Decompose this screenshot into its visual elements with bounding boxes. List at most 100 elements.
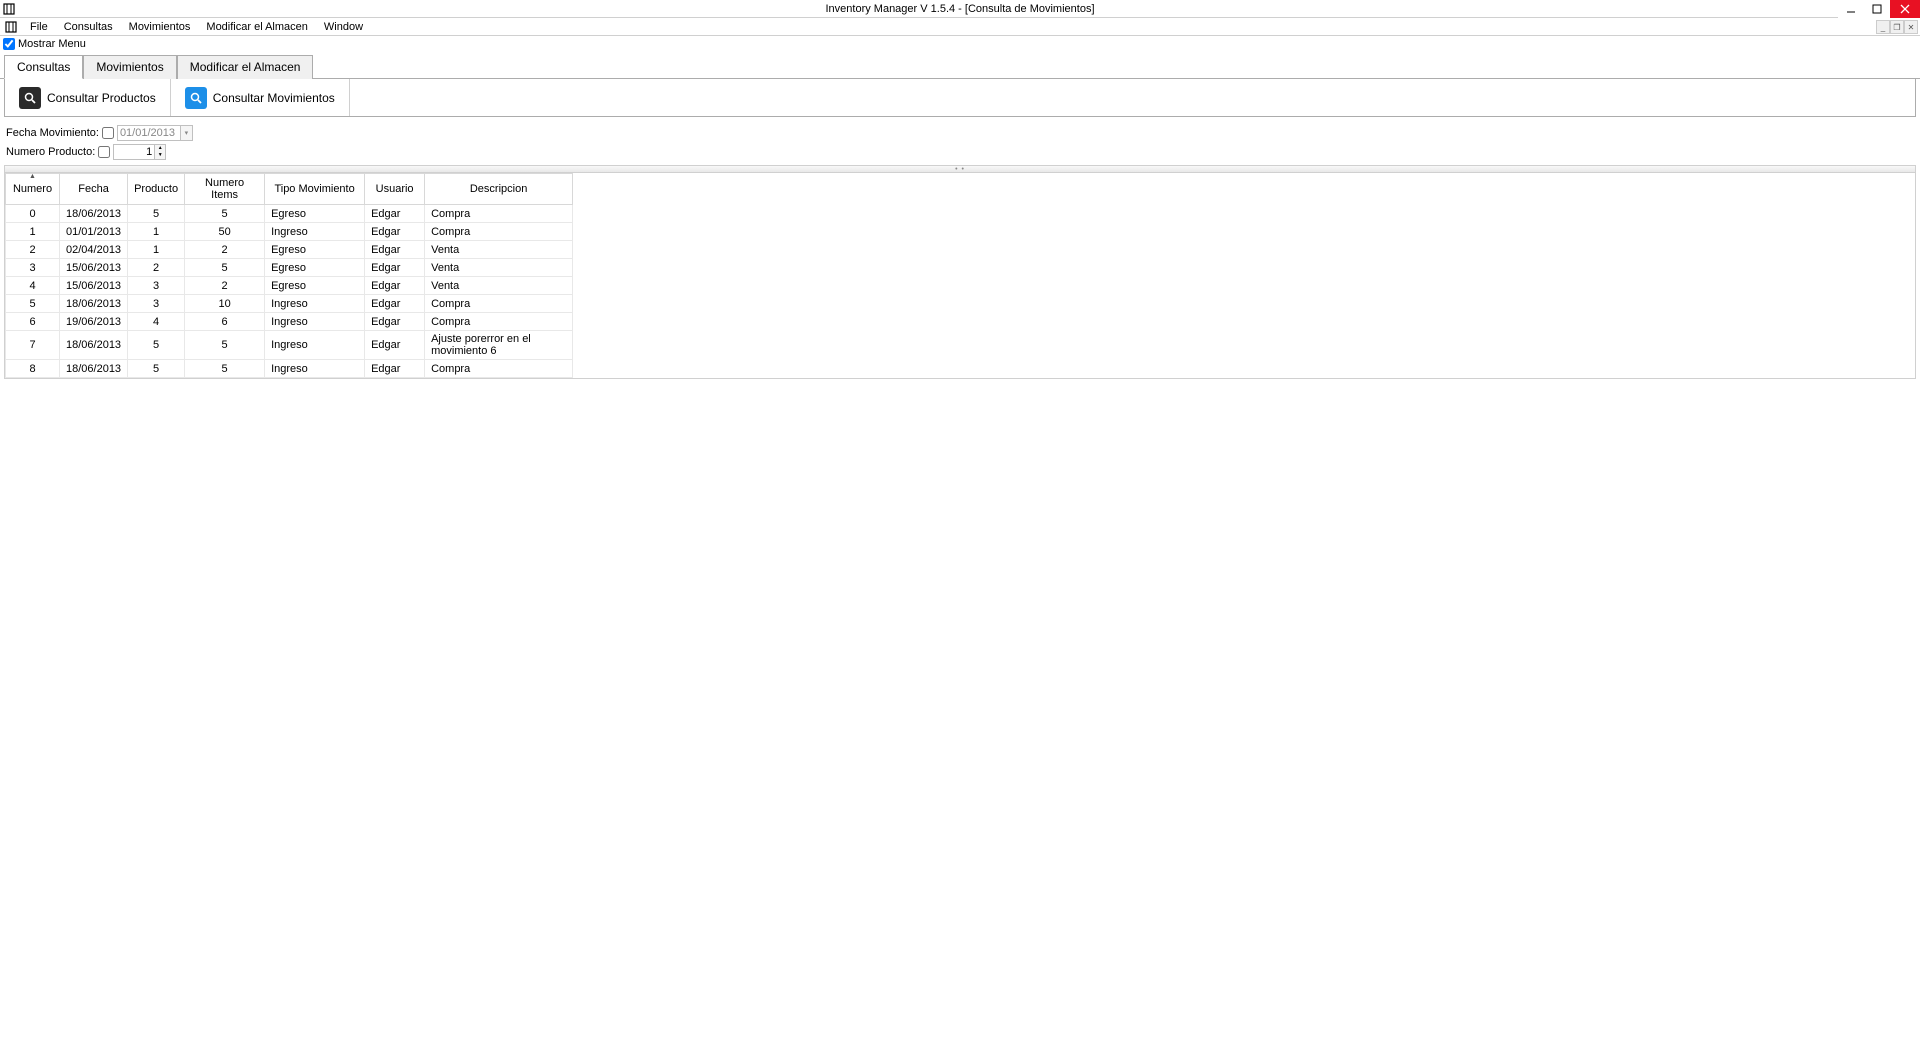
mdi-app-icon[interactable] [4, 20, 18, 34]
table-cell: 3 [128, 277, 185, 295]
spinner-down-button[interactable]: ▼ [155, 152, 165, 159]
table-cell: 1 [6, 223, 60, 241]
col-numero-items[interactable]: Numero Items [185, 174, 265, 205]
tabstrip: Consultas Movimientos Modificar el Almac… [0, 54, 1920, 79]
splitter-handle[interactable]: • • [4, 165, 1916, 173]
menu-file[interactable]: File [22, 18, 56, 35]
col-usuario[interactable]: Usuario [365, 174, 425, 205]
spinner-up-button[interactable]: ▲ [155, 145, 165, 152]
table-row[interactable]: 619/06/201346IngresoEdgarCompra [6, 313, 573, 331]
close-button[interactable] [1890, 0, 1920, 18]
table-cell: 2 [185, 277, 265, 295]
table-cell: 01/01/2013 [60, 223, 128, 241]
table-cell: Venta [425, 277, 573, 295]
col-fecha[interactable]: Fecha [60, 174, 128, 205]
mdi-minimize-button[interactable]: _ [1876, 20, 1890, 34]
table-cell: Edgar [365, 360, 425, 378]
tab-modificar-almacen[interactable]: Modificar el Almacen [177, 55, 314, 79]
table-row[interactable]: 718/06/201355IngresoEdgarAjuste porerror… [6, 331, 573, 360]
filter-fecha-row: Fecha Movimiento: ▾ [6, 125, 1914, 141]
table-cell: Compra [425, 313, 573, 331]
table-cell: Ingreso [265, 295, 365, 313]
menu-consultas[interactable]: Consultas [56, 18, 121, 35]
table-cell: Egreso [265, 259, 365, 277]
table-cell: Edgar [365, 259, 425, 277]
filter-numero-input[interactable] [113, 144, 155, 160]
table-cell: Ingreso [265, 360, 365, 378]
filter-numero-checkbox[interactable] [98, 146, 110, 158]
table-cell: 1 [128, 223, 185, 241]
table-cell: 15/06/2013 [60, 259, 128, 277]
menu-modificar-almacen[interactable]: Modificar el Almacen [198, 18, 316, 35]
col-numero[interactable]: ▲Numero [6, 174, 60, 205]
menubar: File Consultas Movimientos Modificar el … [0, 18, 1920, 36]
table-cell: 2 [185, 241, 265, 259]
tab-movimientos[interactable]: Movimientos [83, 55, 176, 79]
table-cell: Edgar [365, 331, 425, 360]
table-cell: 5 [185, 205, 265, 223]
table-cell: 15/06/2013 [60, 277, 128, 295]
table-cell: Edgar [365, 295, 425, 313]
table-cell: 2 [6, 241, 60, 259]
filter-panel: Fecha Movimiento: ▾ Numero Producto: ▲ ▼ [0, 117, 1920, 165]
table-cell: 18/06/2013 [60, 295, 128, 313]
table-cell: Venta [425, 259, 573, 277]
col-descripcion[interactable]: Descripcion [425, 174, 573, 205]
show-menu-row: Mostrar Menu [0, 36, 1920, 52]
mdi-close-button[interactable]: ✕ [1904, 20, 1918, 34]
filter-numero-row: Numero Producto: ▲ ▼ [6, 144, 1914, 160]
table-cell: 02/04/2013 [60, 241, 128, 259]
mdi-controls: _ ❐ ✕ [1876, 18, 1918, 34]
table-cell: Edgar [365, 313, 425, 331]
table-cell: 2 [128, 259, 185, 277]
table-cell: 4 [6, 277, 60, 295]
chevron-down-icon[interactable]: ▾ [181, 125, 193, 141]
table-row[interactable]: 518/06/2013310IngresoEdgarCompra [6, 295, 573, 313]
table-cell: Egreso [265, 277, 365, 295]
titlebar: Inventory Manager V 1.5.4 - [Consulta de… [0, 0, 1920, 18]
table-cell: Edgar [365, 241, 425, 259]
table-row[interactable]: 018/06/201355EgresoEdgarCompra [6, 205, 573, 223]
numero-spinner: ▲ ▼ [155, 144, 166, 160]
table-row[interactable]: 415/06/201332EgresoEdgarVenta [6, 277, 573, 295]
menu-window[interactable]: Window [316, 18, 371, 35]
show-menu-checkbox[interactable] [3, 38, 15, 50]
col-producto[interactable]: Producto [128, 174, 185, 205]
table-cell: 10 [185, 295, 265, 313]
show-menu-label: Mostrar Menu [18, 38, 86, 50]
table-row[interactable]: 101/01/2013150IngresoEdgarCompra [6, 223, 573, 241]
filter-fecha-checkbox[interactable] [102, 127, 114, 139]
table-cell: 50 [185, 223, 265, 241]
table-row[interactable]: 818/06/201355IngresoEdgarCompra [6, 360, 573, 378]
table-row[interactable]: 202/04/201312EgresoEdgarVenta [6, 241, 573, 259]
window-controls [1838, 0, 1920, 18]
table-cell: 18/06/2013 [60, 205, 128, 223]
table-cell: Compra [425, 205, 573, 223]
col-tipo-movimiento[interactable]: Tipo Movimiento [265, 174, 365, 205]
consultar-productos-button[interactable]: Consultar Productos [5, 79, 171, 116]
table-row[interactable]: 315/06/201325EgresoEdgarVenta [6, 259, 573, 277]
window-title: Inventory Manager V 1.5.4 - [Consulta de… [825, 3, 1094, 15]
table-cell: 6 [185, 313, 265, 331]
maximize-button[interactable] [1864, 0, 1890, 18]
minimize-button[interactable] [1838, 0, 1864, 18]
table-cell: Edgar [365, 277, 425, 295]
filter-numero-label: Numero Producto: [6, 146, 95, 158]
table-cell: Edgar [365, 223, 425, 241]
filter-fecha-label: Fecha Movimiento: [6, 127, 99, 139]
table-cell: 19/06/2013 [60, 313, 128, 331]
table-cell: Ingreso [265, 331, 365, 360]
table-cell: 3 [128, 295, 185, 313]
filter-fecha-input[interactable] [117, 125, 181, 141]
table-cell: Egreso [265, 205, 365, 223]
table-cell: 5 [185, 259, 265, 277]
movements-grid: ▲Numero Fecha Producto Numero Items Tipo… [5, 173, 573, 378]
mdi-restore-button[interactable]: ❐ [1890, 20, 1904, 34]
table-cell: 5 [185, 331, 265, 360]
consultar-movimientos-button[interactable]: Consultar Movimientos [171, 79, 350, 116]
menu-movimientos[interactable]: Movimientos [121, 18, 199, 35]
table-cell: Ajuste porerror en el movimiento 6 [425, 331, 573, 360]
tab-consultas[interactable]: Consultas [4, 55, 83, 79]
table-cell: 8 [6, 360, 60, 378]
table-cell: Compra [425, 295, 573, 313]
